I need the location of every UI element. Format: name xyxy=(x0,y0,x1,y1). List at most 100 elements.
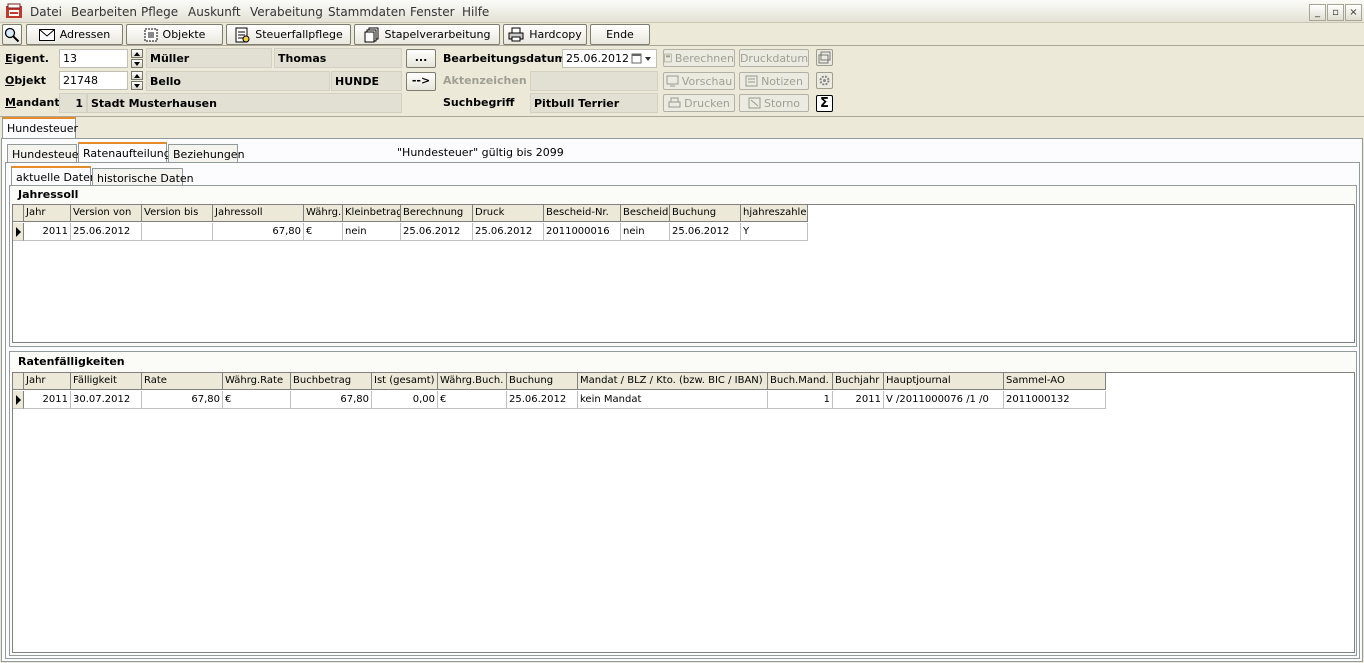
ende-button[interactable]: Ende xyxy=(590,24,650,45)
jahressoll-col-header[interactable]: hjahreszahler xyxy=(741,205,808,222)
jahressoll-col-header[interactable]: Bescheid xyxy=(621,205,670,222)
jahressoll-cell[interactable]: 25.06.2012 xyxy=(71,223,142,241)
app-logo-icon[interactable] xyxy=(5,3,23,20)
raten-col-header[interactable]: Hauptjournal xyxy=(884,373,1004,390)
jahressoll-cell[interactable]: 67,80 xyxy=(213,223,304,241)
raten-cell[interactable]: € xyxy=(223,391,291,409)
tab-ratenaufteilung[interactable]: Ratenaufteilung xyxy=(78,142,171,164)
archive-button[interactable] xyxy=(816,49,833,66)
row-indicator[interactable] xyxy=(13,223,24,241)
raten-cell[interactable]: 1 xyxy=(768,391,833,409)
jahressoll-cell[interactable]: nein xyxy=(343,223,401,241)
eigent-spinner[interactable] xyxy=(131,49,143,68)
steuerfallpflege-button[interactable]: Steuerfallpflege xyxy=(226,24,351,45)
jahressoll-table[interactable]: Jahr Version von Version bis Jahressoll Währ… xyxy=(12,204,1355,343)
raten-col-header[interactable]: Mandat / BLZ / Kto. (bzw. BIC / IBAN) xyxy=(578,373,768,390)
drucken-button[interactable]: Drucken xyxy=(663,94,735,112)
raten-cell[interactable]: 30.07.2012 xyxy=(71,391,142,409)
eigent-input[interactable]: 13 xyxy=(59,49,128,68)
menu-stammdaten[interactable]: Stammdaten xyxy=(328,5,406,19)
jahressoll-col-header[interactable]: Jahr xyxy=(24,205,71,222)
menu-datei[interactable]: Datei xyxy=(30,5,62,19)
menu-pflege[interactable]: Pflege xyxy=(141,5,178,19)
raten-cell[interactable]: 67,80 xyxy=(291,391,372,409)
tab-beziehungen[interactable]: Beziehungen xyxy=(168,144,245,164)
jahressoll-col-header[interactable]: Buchung xyxy=(670,205,741,222)
raten-col-header[interactable]: Buchbetrag xyxy=(291,373,372,390)
raten-col-header[interactable]: Buchung xyxy=(507,373,578,390)
objekt-goto-button[interactable]: --> xyxy=(406,72,436,91)
adressen-button[interactable]: Adressen xyxy=(26,24,123,45)
jahressoll-cell[interactable]: 2011000016 xyxy=(544,223,621,241)
jahressoll-col-header[interactable]: Version von xyxy=(71,205,142,222)
raten-cell[interactable]: 2011 xyxy=(24,391,71,409)
jahressoll-cell[interactable]: Y xyxy=(741,223,808,241)
jahressoll-cell[interactable] xyxy=(142,223,213,241)
minimize-button[interactable]: _ xyxy=(1309,4,1326,21)
raten-cell[interactable]: € xyxy=(438,391,507,409)
raten-cell[interactable]: 0,00 xyxy=(372,391,438,409)
storno-button[interactable]: Storno xyxy=(739,94,809,112)
raten-col-header[interactable]: Währg.Rate xyxy=(223,373,291,390)
menu-hilfe[interactable]: Hilfe xyxy=(462,5,489,19)
tab-hundesteuer[interactable]: Hundesteuer xyxy=(7,144,83,164)
vorschau-button[interactable]: Vorschau xyxy=(663,72,735,90)
raten-cell[interactable]: 25.06.2012 xyxy=(507,391,578,409)
close-button[interactable]: × xyxy=(1345,4,1362,21)
jahressoll-col-header[interactable]: Druck xyxy=(473,205,544,222)
tab-aktuelle-daten[interactable]: aktuelle Daten xyxy=(11,166,97,187)
hardcopy-button[interactable]: Hardcopy xyxy=(503,24,587,45)
stapelverarbeitung-button[interactable]: Stapelverarbeitung xyxy=(354,24,500,45)
jahressoll-col-header[interactable]: Jahressoll xyxy=(213,205,304,222)
raten-col-header[interactable]: Buch.Mand. xyxy=(768,373,833,390)
tab-hundesteuer-main[interactable]: Hundesteuer xyxy=(2,117,78,139)
raten-col-header[interactable]: Fälligkeit xyxy=(71,373,142,390)
zoom-button[interactable] xyxy=(2,24,22,45)
berechnen-button[interactable]: Berechnen xyxy=(663,49,735,67)
jahressoll-cell[interactable]: € xyxy=(304,223,343,241)
menu-verabeitung[interactable]: Verabeitung xyxy=(250,5,323,19)
menu-auskunft[interactable]: Auskunft xyxy=(188,5,241,19)
jahressoll-col-header[interactable]: Kleinbetrag xyxy=(343,205,401,222)
row-indicator[interactable] xyxy=(13,391,24,409)
bearbeitungsdatum-input[interactable]: 25.06.2012 xyxy=(562,49,657,68)
raten-col-header[interactable]: Buchjahr xyxy=(833,373,884,390)
jahressoll-cell[interactable]: 25.06.2012 xyxy=(670,223,741,241)
raten-col-header[interactable]: Sammel-AO xyxy=(1004,373,1106,390)
objects-icon xyxy=(144,28,158,41)
sum-button[interactable]: Σ xyxy=(816,95,833,112)
raten-cell[interactable]: V /2011000076 /1 /0 xyxy=(884,391,1004,409)
objekt-label: Objekt xyxy=(5,74,47,87)
raten-table[interactable]: Jahr Fälligkeit Rate Währg.Rate Buchbetrag Is… xyxy=(12,372,1355,653)
eigent-lookup-button[interactable]: ... xyxy=(406,49,436,68)
calendar-dropdown-icon[interactable] xyxy=(631,53,653,65)
restore-button[interactable]: ▫ xyxy=(1327,4,1344,21)
notes-icon xyxy=(745,75,758,87)
raten-col-header[interactable]: Währg.Buch. xyxy=(438,373,507,390)
raten-cell[interactable]: 67,80 xyxy=(142,391,223,409)
jahressoll-cell[interactable]: nein xyxy=(621,223,670,241)
objekte-button[interactable]: Objekte xyxy=(126,24,223,45)
notizen-button[interactable]: Notizen xyxy=(739,72,809,90)
jahressoll-col-header[interactable]: Berechnung xyxy=(401,205,473,222)
validity-text: "Hundesteuer" gültig bis 2099 xyxy=(397,146,564,159)
raten-col-header[interactable]: Rate xyxy=(142,373,223,390)
jahressoll-col-header[interactable]: Währg. xyxy=(304,205,343,222)
objekt-spinner[interactable] xyxy=(131,71,143,90)
menu-fenster[interactable]: Fenster xyxy=(410,5,455,19)
settings-button[interactable] xyxy=(816,72,833,89)
raten-col-header[interactable]: Jahr xyxy=(24,373,71,390)
raten-cell[interactable]: 2011 xyxy=(833,391,884,409)
raten-col-header[interactable]: Ist (gesamt) xyxy=(372,373,438,390)
druckdatum-button[interactable]: Druckdatum xyxy=(739,49,809,67)
jahressoll-cell[interactable]: 25.06.2012 xyxy=(473,223,544,241)
jahressoll-col-header[interactable]: Version bis xyxy=(142,205,213,222)
jahressoll-col-header[interactable]: Bescheid-Nr. xyxy=(544,205,621,222)
objekt-input[interactable]: 21748 xyxy=(59,71,128,90)
jahressoll-cell[interactable]: 2011 xyxy=(24,223,71,241)
jahressoll-cell[interactable]: 25.06.2012 xyxy=(401,223,473,241)
eigent-name: Müller xyxy=(146,48,272,68)
menu-bearbeiten[interactable]: Bearbeiten xyxy=(71,5,137,19)
raten-cell[interactable]: kein Mandat xyxy=(578,391,768,409)
raten-cell[interactable]: 2011000132 xyxy=(1004,391,1106,409)
